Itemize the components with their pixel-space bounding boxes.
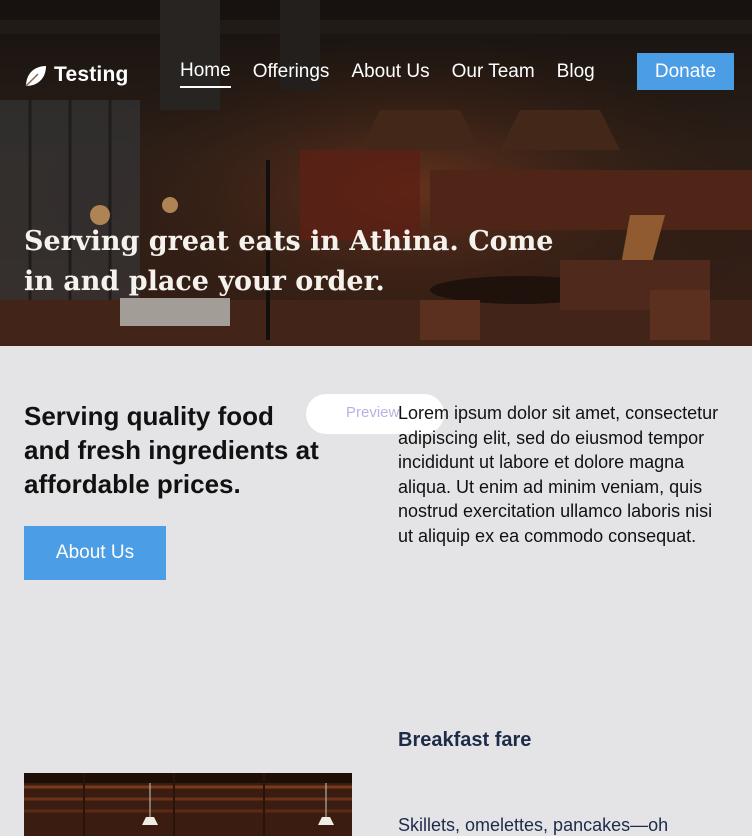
hero-title: Serving great eats in Athina. Come in an…	[24, 226, 554, 297]
breakfast-image	[24, 773, 352, 836]
nav-item-blog[interactable]: Blog	[557, 61, 595, 87]
leaf-logo-icon	[25, 66, 46, 87]
brand-logo[interactable]: Testing	[22, 60, 129, 90]
main-nav: Home Offerings About Us Our Team Blog	[180, 60, 617, 88]
donate-button[interactable]: Donate	[637, 53, 734, 90]
nav-item-home[interactable]: Home	[180, 60, 231, 88]
preview-label: Preview	[346, 404, 400, 421]
intro-heading: Serving quality food and fresh ingredien…	[24, 401, 319, 499]
nav-item-our-team[interactable]: Our Team	[452, 61, 535, 87]
hero-section: Testing Home Offerings About Us Our Team…	[0, 0, 752, 346]
nav-item-offerings[interactable]: Offerings	[253, 61, 330, 87]
breakfast-description: Skillets, omelettes, pancakes—oh	[398, 815, 669, 835]
about-us-button[interactable]: About Us	[24, 526, 166, 580]
brand-name: Testing	[54, 63, 129, 86]
breakfast-title: Breakfast fare	[398, 729, 532, 751]
intro-body-text: Lorem ipsum dolor sit amet, consectetur …	[398, 403, 719, 546]
nav-item-about-us[interactable]: About Us	[351, 61, 429, 87]
